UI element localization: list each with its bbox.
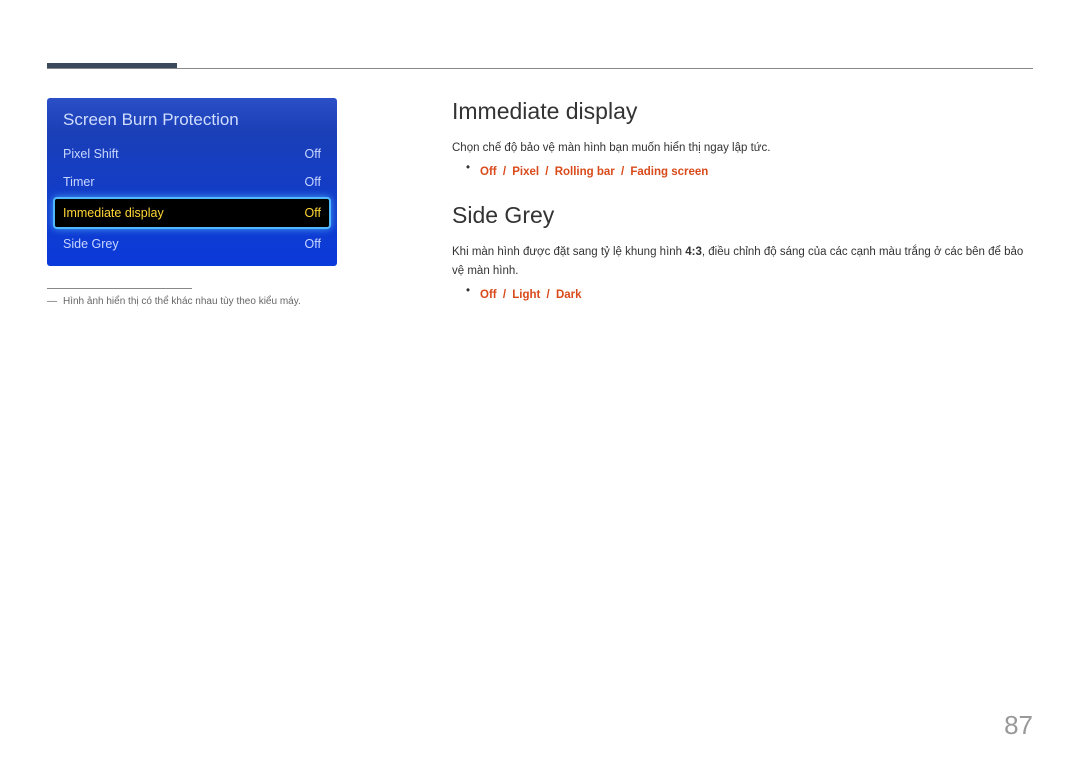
menu-item-value: Off (305, 206, 321, 220)
footnote-divider (47, 288, 192, 289)
option-dark: Dark (556, 289, 582, 301)
sidegrey-body-before: Khi màn hình được đặt sang tỷ lệ khung h… (452, 246, 685, 258)
immediate-body: Chọn chế độ bảo vệ màn hình bạn muốn hiể… (452, 139, 1033, 157)
left-column: Screen Burn Protection Pixel Shift Off T… (47, 98, 337, 309)
option-off: Off (480, 289, 497, 301)
footnote-dash: ― (47, 295, 57, 309)
footnote: ― Hình ảnh hiển thị có thể khác nhau tùy… (47, 295, 337, 309)
menu-item-side-grey[interactable]: Side Grey Off (55, 230, 329, 258)
option-list: Off / Light / Dark (480, 285, 581, 303)
option-rolling-bar: Rolling bar (555, 166, 615, 178)
menu-item-value: Off (305, 175, 321, 189)
menu-items: Pixel Shift Off Timer Off Immediate disp… (47, 140, 337, 266)
page-content: Screen Burn Protection Pixel Shift Off T… (47, 98, 1033, 309)
bullet-icon: • (466, 162, 470, 180)
option-fading-screen: Fading screen (630, 166, 708, 178)
menu-item-label: Immediate display (63, 206, 164, 220)
sidegrey-options: • Off / Light / Dark (452, 285, 1033, 303)
menu-item-label: Timer (63, 175, 94, 189)
page-number: 87 (1004, 710, 1033, 741)
option-pixel: Pixel (512, 166, 539, 178)
section-heading-immediate: Immediate display (452, 98, 1033, 125)
menu-panel: Screen Burn Protection Pixel Shift Off T… (47, 98, 337, 266)
menu-item-timer[interactable]: Timer Off (55, 168, 329, 196)
immediate-options: • Off / Pixel / Rolling bar / Fading scr… (452, 162, 1033, 180)
option-light: Light (512, 289, 540, 301)
menu-item-pixel-shift[interactable]: Pixel Shift Off (55, 140, 329, 168)
footnote-text: Hình ảnh hiển thị có thể khác nhau tùy t… (63, 295, 301, 309)
menu-item-value: Off (305, 237, 321, 251)
option-off: Off (480, 166, 497, 178)
option-list: Off / Pixel / Rolling bar / Fading scree… (480, 162, 708, 180)
menu-item-immediate-display[interactable]: Immediate display Off (55, 199, 329, 227)
sidegrey-ratio: 4:3 (685, 246, 702, 258)
menu-item-label: Pixel Shift (63, 147, 119, 161)
right-column: Immediate display Chọn chế độ bảo vệ màn… (452, 98, 1033, 309)
menu-item-label: Side Grey (63, 237, 119, 251)
option-sep: / (618, 166, 628, 178)
menu-item-value: Off (305, 147, 321, 161)
section-heading-sidegrey: Side Grey (452, 202, 1033, 229)
bullet-icon: • (466, 285, 470, 303)
sidegrey-body: Khi màn hình được đặt sang tỷ lệ khung h… (452, 243, 1033, 280)
option-sep: / (542, 166, 552, 178)
option-sep: / (500, 166, 510, 178)
option-sep: / (543, 289, 553, 301)
option-sep: / (500, 289, 510, 301)
menu-title: Screen Burn Protection (47, 98, 337, 140)
header-divider (47, 68, 1033, 69)
